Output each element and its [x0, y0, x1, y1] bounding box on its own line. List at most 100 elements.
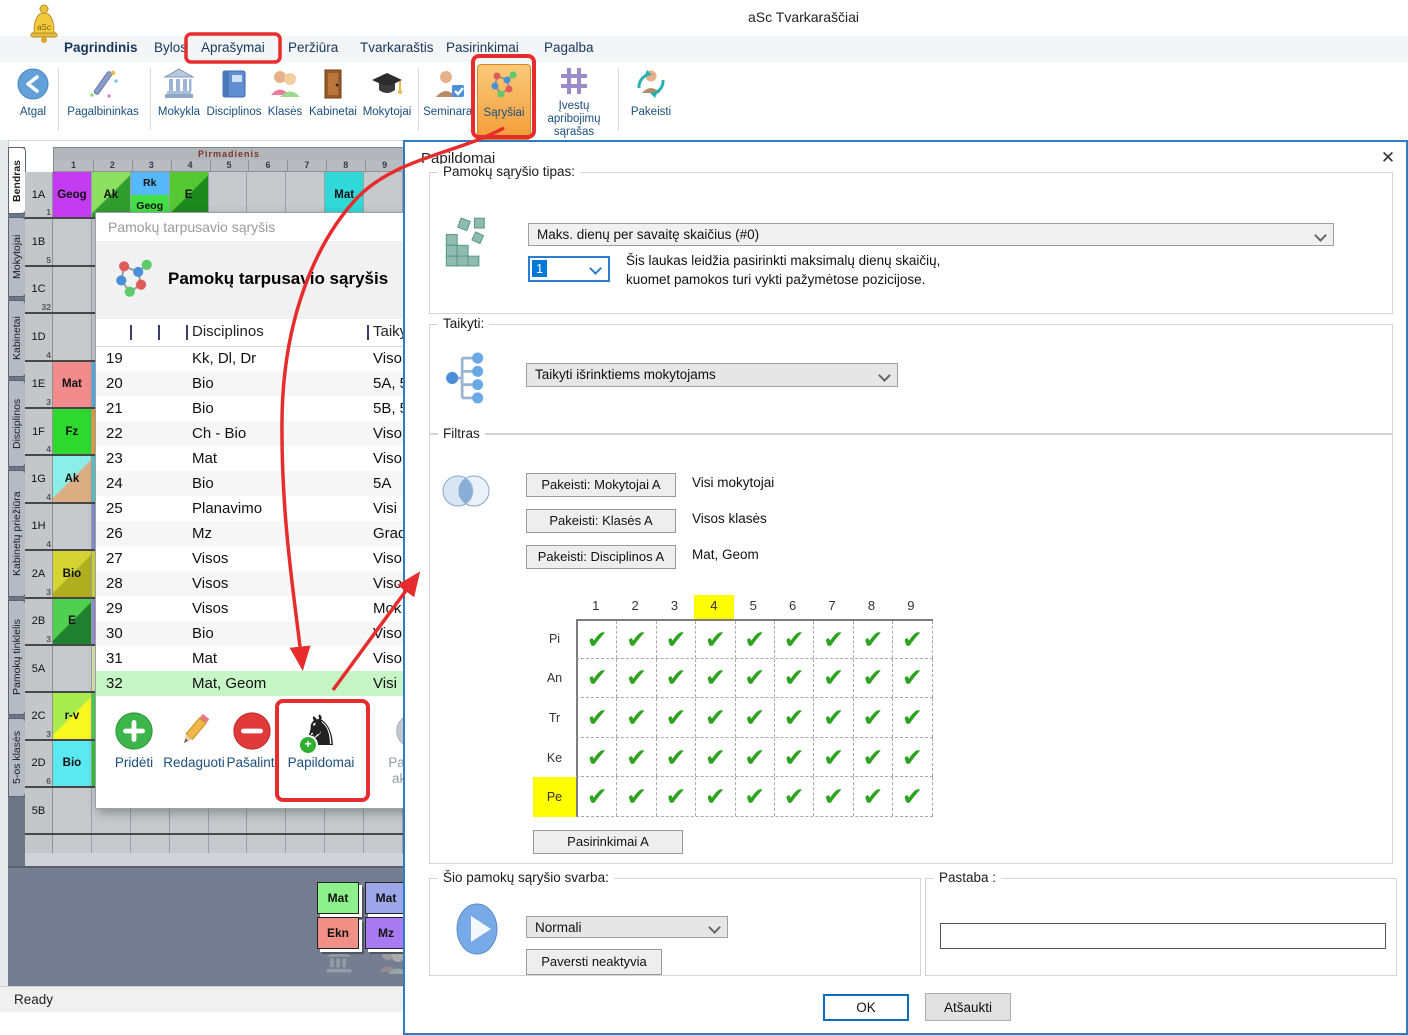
grid-check-Ke-9[interactable]: ✔ [893, 738, 932, 777]
close-icon[interactable]: ✕ [1377, 148, 1399, 168]
grid-check-Pi-3[interactable]: ✔ [657, 621, 696, 658]
menu-item-pagalba[interactable]: Pagalba [544, 40, 594, 55]
classes-button[interactable]: Klasės [262, 64, 308, 138]
lesson-cell[interactable] [53, 219, 92, 264]
card-mat-1[interactable]: Mat [365, 882, 407, 914]
subjects-button[interactable]: Disciplinos [206, 64, 262, 138]
grid-check-Ke-1[interactable]: ✔ [578, 738, 617, 777]
change-teachers-button[interactable]: Pakeisti: Mokytojai A [526, 473, 676, 497]
school-button[interactable]: Mokykla [152, 64, 206, 138]
grid-check-Pe-8[interactable]: ✔ [854, 777, 893, 816]
lesson-cell[interactable] [53, 646, 92, 691]
grid-check-Tr-3[interactable]: ✔ [657, 698, 696, 737]
sidebar-tab-7[interactable]: 5-os klasės [8, 718, 26, 797]
relation-row-21[interactable]: 21Bio5B, 5 [96, 396, 426, 421]
menu-item-tvarkaraštis[interactable]: Tvarkaraštis [360, 40, 434, 55]
card-mz-3[interactable]: Mz [365, 917, 407, 949]
grid-check-Pi-6[interactable]: ✔ [775, 621, 814, 658]
class-label-2A[interactable]: 2A3 [25, 551, 53, 596]
relation-row-19[interactable]: 19Kk, Dl, DrViso [96, 346, 426, 371]
grid-check-Ke-4[interactable]: ✔ [696, 738, 735, 777]
grid-check-An-2[interactable]: ✔ [617, 659, 656, 698]
class-label-1D[interactable]: 1D4 [25, 314, 53, 359]
lesson-cell[interactable]: Bio [53, 741, 92, 786]
grid-check-Tr-2[interactable]: ✔ [617, 698, 656, 737]
relation-row-29[interactable]: 29VisosMok [96, 596, 426, 621]
lesson-cell[interactable] [247, 172, 286, 217]
change-classes-button[interactable]: Pakeisti: Klasės A [526, 509, 676, 533]
relations-button[interactable]: Sąryšiai [477, 64, 531, 140]
class-label-1C[interactable]: 1C32 [25, 267, 53, 312]
grid-check-Pi-7[interactable]: ✔ [814, 621, 853, 658]
apply-to-dropdown[interactable]: Taikyti išrinktiems mokytojams [526, 363, 898, 387]
lesson-cell[interactable]: Mat [325, 172, 364, 217]
deactivate-button[interactable]: Paversti neaktyvia [526, 949, 662, 975]
lesson-cell[interactable]: Ak [53, 456, 92, 501]
grid-check-Pe-3[interactable]: ✔ [657, 777, 696, 816]
grid-check-An-7[interactable]: ✔ [814, 659, 853, 698]
lesson-cell[interactable] [364, 172, 403, 217]
grid-check-Ke-5[interactable]: ✔ [736, 738, 775, 777]
menu-item-pagrindinis[interactable]: Pagrindinis [64, 40, 138, 55]
lesson-cell[interactable] [53, 504, 92, 549]
grid-check-An-3[interactable]: ✔ [657, 659, 696, 698]
sidebar-tab-4[interactable]: Disciplinos [8, 380, 26, 467]
relation-row-24[interactable]: 24Bio5A [96, 471, 426, 496]
selections-button[interactable]: Pasirinkimai A [533, 830, 683, 854]
change-button[interactable]: Pakeisti [624, 64, 678, 138]
card-ekn-2[interactable]: Ekn [317, 917, 359, 949]
relation-row-22[interactable]: 22Ch - BioViso [96, 421, 426, 446]
grid-check-Pi-8[interactable]: ✔ [854, 621, 893, 658]
class-label-5B[interactable]: 5B [25, 788, 53, 833]
grid-check-Pe-2[interactable]: ✔ [617, 777, 656, 816]
grid-check-Pe-5[interactable]: ✔ [736, 777, 775, 816]
class-label-1E[interactable]: 1E3 [25, 362, 53, 407]
relation-row-25[interactable]: 25PlanavimoVisi [96, 496, 426, 521]
edit-button[interactable]: Redaguoti [162, 707, 226, 771]
grid-check-Tr-5[interactable]: ✔ [736, 698, 775, 737]
teachers-button[interactable]: Mokytojai [358, 64, 416, 138]
menu-item-pasirinkimai[interactable]: Pasirinkimai [446, 40, 519, 55]
lesson-cell[interactable]: RkGeog [131, 172, 170, 217]
lesson-cell[interactable] [53, 314, 92, 359]
class-label-1G[interactable]: 1G4 [25, 456, 53, 501]
relation-row-23[interactable]: 23MatViso [96, 446, 426, 471]
grid-check-Pe-1[interactable]: ✔ [578, 777, 617, 816]
grid-check-Pi-2[interactable]: ✔ [617, 621, 656, 658]
lesson-cell[interactable]: Ak [92, 172, 131, 217]
grid-check-Pi-9[interactable]: ✔ [893, 621, 932, 658]
relation-row-27[interactable]: 27VisosViso [96, 546, 426, 571]
menu-item-aprašymai[interactable]: Aprašymai [201, 40, 265, 55]
grid-check-An-4[interactable]: ✔ [696, 659, 735, 698]
grid-check-Ke-2[interactable]: ✔ [617, 738, 656, 777]
grid-check-Tr-8[interactable]: ✔ [854, 698, 893, 737]
wizard-button[interactable]: Pagalbininkas [60, 64, 146, 138]
grid-check-Tr-4[interactable]: ✔ [696, 698, 735, 737]
grid-check-Pe-9[interactable]: ✔ [893, 777, 932, 816]
lesson-cell[interactable]: Mat [53, 362, 92, 407]
lesson-cell[interactable]: E [53, 599, 92, 644]
sidebar-tab-2[interactable]: Mokytojai [8, 217, 26, 297]
relation-row-30[interactable]: 30BioViso [96, 621, 426, 646]
class-label-2C[interactable]: 2C3 [25, 693, 53, 738]
grid-check-Ke-8[interactable]: ✔ [854, 738, 893, 777]
grid-check-An-5[interactable]: ✔ [736, 659, 775, 698]
lesson-cell[interactable] [53, 788, 92, 833]
add-button[interactable]: Pridėti [108, 707, 160, 771]
class-label-1A[interactable]: 1A1 [25, 172, 53, 217]
relation-row-20[interactable]: 20Bio5A, 5 [96, 371, 426, 396]
classrooms-button[interactable]: Kabinetai [308, 64, 358, 138]
sidebar-tab-3[interactable]: Kabinetai [8, 300, 26, 377]
grid-check-Tr-9[interactable]: ✔ [893, 698, 932, 737]
sidebar-tab-6[interactable]: Pamokų tinklelis [8, 600, 26, 715]
back-button[interactable]: Atgal [8, 64, 58, 138]
grid-check-Pi-1[interactable]: ✔ [578, 621, 617, 658]
class-label-1B[interactable]: 1B5 [25, 219, 53, 264]
grid-check-Pe-7[interactable]: ✔ [814, 777, 853, 816]
lesson-cell[interactable]: E [170, 172, 209, 217]
lesson-cell[interactable] [286, 172, 325, 217]
grid-check-Tr-6[interactable]: ✔ [775, 698, 814, 737]
grid-check-Tr-7[interactable]: ✔ [814, 698, 853, 737]
relation-type-dropdown[interactable]: Maks. dienų per savaitę skaičius (#0) [528, 223, 1334, 246]
grid-check-An-6[interactable]: ✔ [775, 659, 814, 698]
